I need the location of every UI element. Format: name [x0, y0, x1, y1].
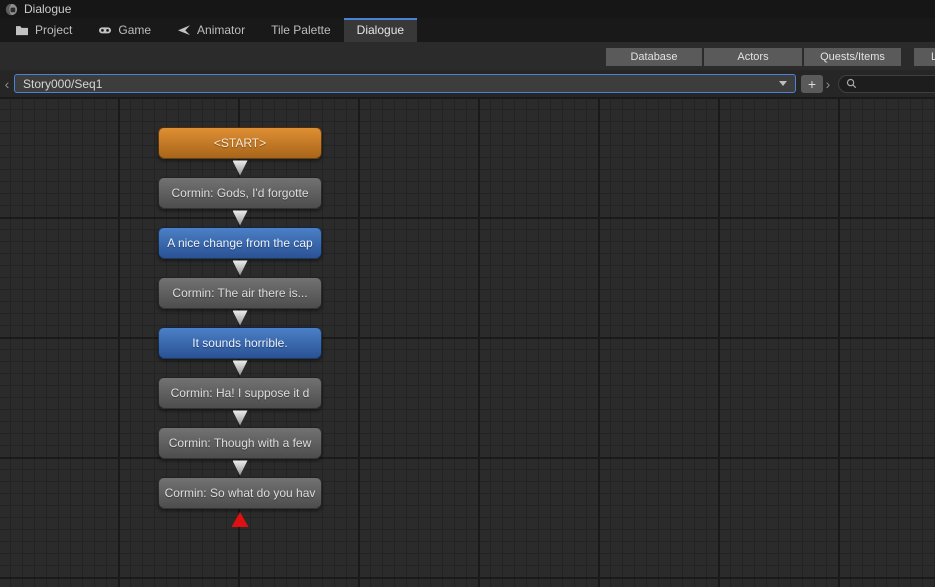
window-titlebar: Dialogue	[0, 0, 935, 18]
dialogue-graph-canvas[interactable]: <START> Cormin: Gods, I'd forgotte A nice …	[0, 97, 935, 587]
tab-label: Dialogue	[357, 23, 404, 37]
tab-game[interactable]: Game	[85, 18, 164, 42]
chevron-down-icon	[779, 81, 787, 86]
tab-label: Animator	[197, 23, 245, 37]
dialogue-node-start[interactable]: <START>	[158, 127, 322, 159]
tab-bar: Project Game Animator Tile Palette Dialo…	[0, 18, 935, 42]
folder-icon	[15, 24, 29, 36]
dialogue-window-icon	[5, 3, 18, 16]
conversation-navbar: ‹ Story000/Seq1 + ›	[0, 70, 935, 97]
dialogue-node-npc[interactable]: Cormin: Though with a few	[158, 427, 322, 459]
search-icon	[846, 78, 857, 89]
search-input[interactable]	[857, 78, 917, 90]
dialogue-node-npc[interactable]: Cormin: The air there is...	[158, 277, 322, 309]
tab-project[interactable]: Project	[2, 18, 85, 42]
link-arrow-down-icon[interactable]	[233, 259, 248, 277]
tab-tile-palette[interactable]: Tile Palette	[258, 18, 344, 42]
tab-animator[interactable]: Animator	[164, 18, 258, 42]
dialogue-node-npc[interactable]: Cormin: Gods, I'd forgotte	[158, 177, 322, 209]
actors-button[interactable]: Actors	[704, 48, 802, 66]
section-button-group: Database Actors Quests/Items L	[606, 48, 935, 66]
forward-chevron-icon[interactable]: ›	[823, 77, 833, 91]
gamepad-icon	[98, 24, 112, 36]
database-button[interactable]: Database	[606, 48, 702, 66]
dialogue-toolbar: Database Actors Quests/Items L	[0, 42, 935, 70]
tab-label: Game	[118, 23, 151, 37]
incoming-link-red-arrow-icon	[232, 512, 249, 527]
add-conversation-button[interactable]: +	[801, 75, 823, 93]
locations-button-clipped[interactable]: L	[914, 48, 935, 66]
link-arrow-down-icon[interactable]	[233, 159, 248, 177]
tab-label: Tile Palette	[271, 23, 331, 37]
window-title: Dialogue	[24, 2, 71, 16]
tab-dialogue[interactable]: Dialogue	[344, 18, 417, 42]
back-chevron-icon[interactable]: ‹	[2, 77, 12, 91]
dialogue-node-npc[interactable]: Cormin: Ha! I suppose it d	[158, 377, 322, 409]
search-field[interactable]	[838, 75, 935, 93]
animator-icon	[177, 24, 191, 36]
link-arrow-down-icon[interactable]	[233, 459, 248, 477]
node-column: <START> Cormin: Gods, I'd forgotte A nice …	[158, 127, 322, 527]
dialogue-node-pc[interactable]: A nice change from the cap	[158, 227, 322, 259]
link-arrow-down-icon[interactable]	[233, 209, 248, 227]
link-arrow-down-icon[interactable]	[233, 409, 248, 427]
dialogue-node-pc[interactable]: It sounds horrible.	[158, 327, 322, 359]
conversation-dropdown[interactable]: Story000/Seq1	[14, 74, 796, 93]
quests-items-button[interactable]: Quests/Items	[804, 48, 901, 66]
link-arrow-down-icon[interactable]	[233, 359, 248, 377]
dialogue-node-npc[interactable]: Cormin: So what do you hav	[158, 477, 322, 509]
link-arrow-down-icon[interactable]	[233, 309, 248, 327]
tab-label: Project	[35, 23, 72, 37]
conversation-path: Story000/Seq1	[23, 77, 779, 91]
